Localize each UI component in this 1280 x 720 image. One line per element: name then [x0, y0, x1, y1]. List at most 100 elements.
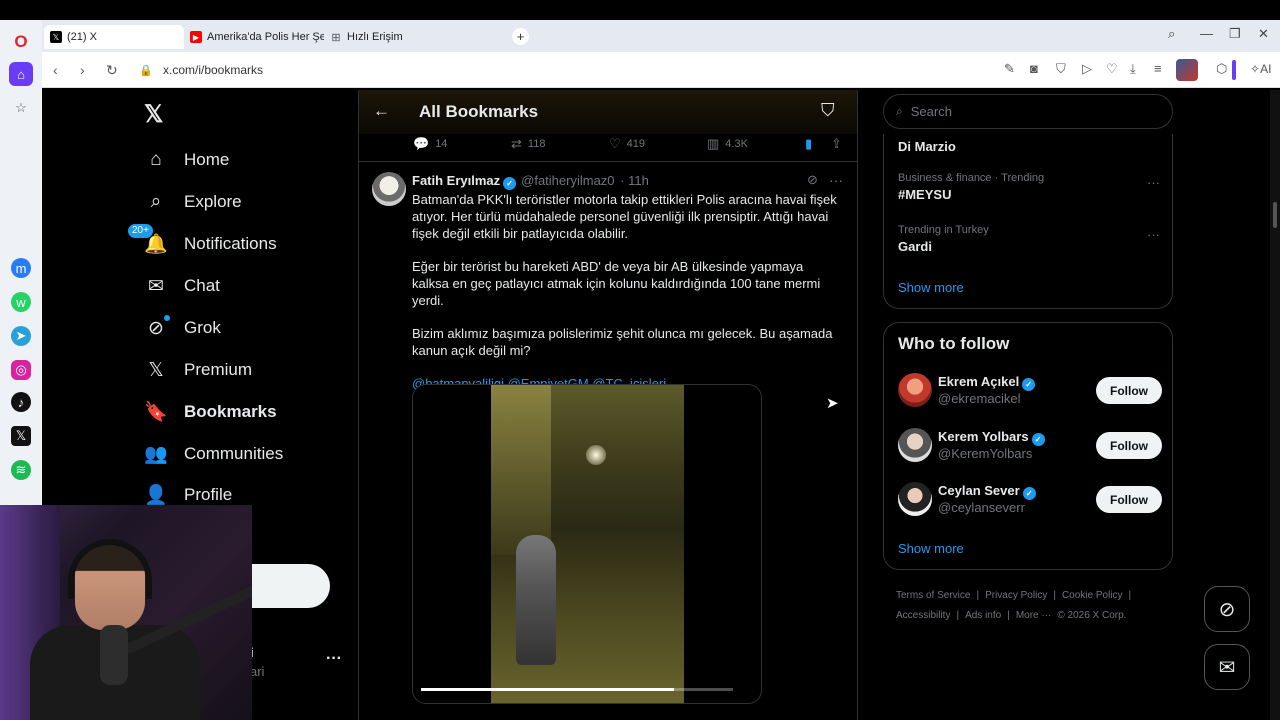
tab-x[interactable]: 𝕏 (21) X — [44, 25, 184, 49]
avatar[interactable] — [898, 428, 932, 462]
restore-icon[interactable]: ❐ — [1229, 26, 1241, 42]
author-handle[interactable]: @fatiheryilmaz0 — [521, 173, 614, 188]
scrollbar-thumb[interactable] — [1273, 202, 1277, 228]
nav-communities[interactable]: 👥 Communities — [144, 434, 283, 474]
like-count: 419 — [626, 138, 646, 150]
forward-icon[interactable]: › — [80, 62, 85, 78]
more-icon[interactable]: ··· — [829, 172, 843, 188]
reply-button[interactable]: 💬 14 — [413, 136, 447, 152]
opera-logo-icon[interactable]: O — [9, 30, 33, 54]
more-icon[interactable]: ··· — [326, 650, 342, 668]
tab-speed-dial[interactable]: ⊞ Hızlı Erişim — [324, 25, 464, 49]
search-input[interactable]: ⌕ Search — [883, 94, 1173, 129]
terms-link[interactable]: Terms of Service — [896, 590, 970, 601]
nav-notifications[interactable]: 🔔 20+ Notifications — [128, 224, 277, 264]
page-title: All Bookmarks — [419, 102, 539, 121]
tiktok-icon[interactable]: ♪ — [11, 392, 31, 412]
trend-item[interactable]: Di Marzio — [898, 136, 956, 154]
nav-explore[interactable]: ⌕ Explore — [144, 182, 242, 222]
person-handle: @KeremYolbars — [938, 446, 1033, 461]
add-bookmark-folder-icon[interactable]: ⛉ — [821, 100, 835, 121]
trend-item[interactable]: Trending in Turkey Gardi — [898, 224, 989, 254]
accessibility-link[interactable]: Accessibility — [896, 610, 950, 621]
page-scrollbar[interactable] — [1270, 90, 1280, 720]
new-tab-button[interactable]: + — [512, 28, 529, 45]
nav-premium[interactable]: 𝕏 Premium — [144, 350, 252, 390]
camera-icon[interactable]: ◙ — [1030, 61, 1038, 76]
grok-fab-button[interactable]: ⊘ — [1204, 586, 1250, 632]
bookmark-icon: 🔖 — [144, 402, 168, 423]
nav-chat[interactable]: ✉ Chat — [144, 266, 220, 306]
share-button[interactable]: ⇪ — [831, 136, 848, 152]
close-icon[interactable]: ✕ — [1258, 26, 1269, 42]
shield-icon[interactable]: ⛉ — [1056, 61, 1066, 77]
mouse-cursor-icon: ➤ — [826, 395, 839, 412]
home-icon[interactable]: ⌂ — [9, 62, 33, 86]
follow-button[interactable]: Follow — [1096, 432, 1162, 459]
like-button[interactable]: ♡ 419 — [609, 136, 645, 152]
tweet[interactable]: Fatih Eryılmaz ✓ @fatiheryilmaz0 · 11h ⊘ ·… — [359, 162, 857, 720]
follow-button[interactable]: Follow — [1096, 486, 1162, 513]
tweet-video[interactable] — [412, 384, 762, 704]
person-name: Ceylan Sever — [938, 483, 1020, 498]
x-app-icon[interactable]: 𝕏 — [11, 426, 31, 446]
nav-grok[interactable]: ⊘ Grok — [144, 308, 221, 348]
url-field[interactable]: x.com/i/bookmarks — [163, 63, 263, 77]
trend-item[interactable]: Business & finance · Trending #MEYSU — [898, 172, 1044, 202]
suggestion-name[interactable]: Ceylan Sever ✓ — [938, 483, 1036, 500]
follow-suggestion[interactable]: Ekrem Açıkel ✓ @ekremacikel Follow — [898, 373, 1164, 413]
avatar[interactable] — [372, 172, 406, 206]
menu-icon[interactable]: ≡ — [1154, 61, 1162, 76]
nav-bookmarks[interactable]: 🔖 Bookmarks — [144, 392, 276, 432]
x-logo-icon[interactable]: 𝕏 — [144, 100, 163, 129]
tab-youtube[interactable]: ▶ Amerika'da Polis Her Şeyi — [184, 25, 324, 49]
instagram-icon[interactable]: ◎ — [11, 360, 31, 380]
spotify-icon[interactable]: ≋ — [11, 460, 31, 480]
telegram-icon[interactable]: ➤ — [11, 326, 31, 346]
more-icon[interactable]: ··· — [1147, 227, 1160, 242]
star-icon[interactable]: ☆ — [9, 96, 33, 120]
tweet-text: Batman'da PKK'lı teröristler motorla tak… — [412, 191, 842, 408]
follow-suggestion[interactable]: Ceylan Sever ✓ @ceylanseverr Follow — [898, 482, 1164, 522]
messenger-icon[interactable]: m — [11, 258, 31, 278]
play-icon[interactable]: ▷ — [1082, 61, 1092, 77]
cookie-link[interactable]: Cookie Policy — [1062, 590, 1123, 601]
whatsapp-icon[interactable]: w — [11, 292, 31, 312]
messages-fab-button[interactable]: ✉ — [1204, 644, 1250, 690]
more-icon[interactable]: ··· — [1147, 175, 1160, 190]
bookmark-button[interactable]: ▮ — [805, 136, 818, 152]
show-more-link[interactable]: Show more — [898, 280, 964, 295]
nav-home[interactable]: ⌂ Home — [144, 140, 229, 180]
who-to-follow-title: Who to follow — [898, 334, 1010, 353]
edit-icon[interactable]: ✎ — [1004, 61, 1015, 77]
show-more-link[interactable]: Show more — [898, 541, 964, 556]
privacy-link[interactable]: Privacy Policy — [985, 590, 1047, 601]
nav-label: Chat — [184, 276, 220, 295]
cube-icon[interactable]: ⬡ — [1216, 61, 1227, 77]
back-arrow-icon[interactable]: ← — [373, 101, 390, 121]
tweet-time[interactable]: · 11h — [620, 173, 649, 188]
follow-button[interactable]: Follow — [1096, 377, 1162, 404]
reload-icon[interactable]: ↻ — [106, 62, 118, 79]
views-button[interactable]: ▥ 4.3K — [707, 136, 748, 152]
video-light — [586, 445, 606, 465]
heart-icon[interactable]: ♡ — [1106, 61, 1118, 77]
ads-info-link[interactable]: Ads info — [965, 610, 1001, 621]
profile-avatar-icon[interactable] — [1176, 59, 1198, 81]
repost-button[interactable]: ⇄ 118 — [511, 136, 545, 152]
post-button[interactable] — [244, 564, 330, 608]
tab-search-icon[interactable]: ⌕ — [1168, 26, 1175, 42]
back-icon[interactable]: ‹ — [53, 62, 58, 78]
avatar[interactable] — [898, 482, 932, 516]
follow-suggestion[interactable]: Kerem Yolbars ✓ @KeremYolbars Follow — [898, 428, 1164, 468]
grok-icon[interactable]: ⊘ — [807, 172, 818, 188]
suggestion-name[interactable]: Kerem Yolbars ✓ — [938, 429, 1045, 446]
suggestion-name[interactable]: Ekrem Açıkel ✓ — [938, 374, 1036, 391]
download-icon[interactable]: ⤓ — [1130, 61, 1136, 77]
avatar[interactable] — [898, 373, 932, 407]
more-link[interactable]: More ··· — [1016, 610, 1052, 621]
minimize-icon[interactable]: — — [1200, 26, 1213, 41]
author-name[interactable]: Fatih Eryılmaz — [412, 173, 500, 188]
ai-button[interactable]: ✧AI — [1250, 62, 1271, 76]
video-progress-bar[interactable] — [421, 688, 733, 691]
